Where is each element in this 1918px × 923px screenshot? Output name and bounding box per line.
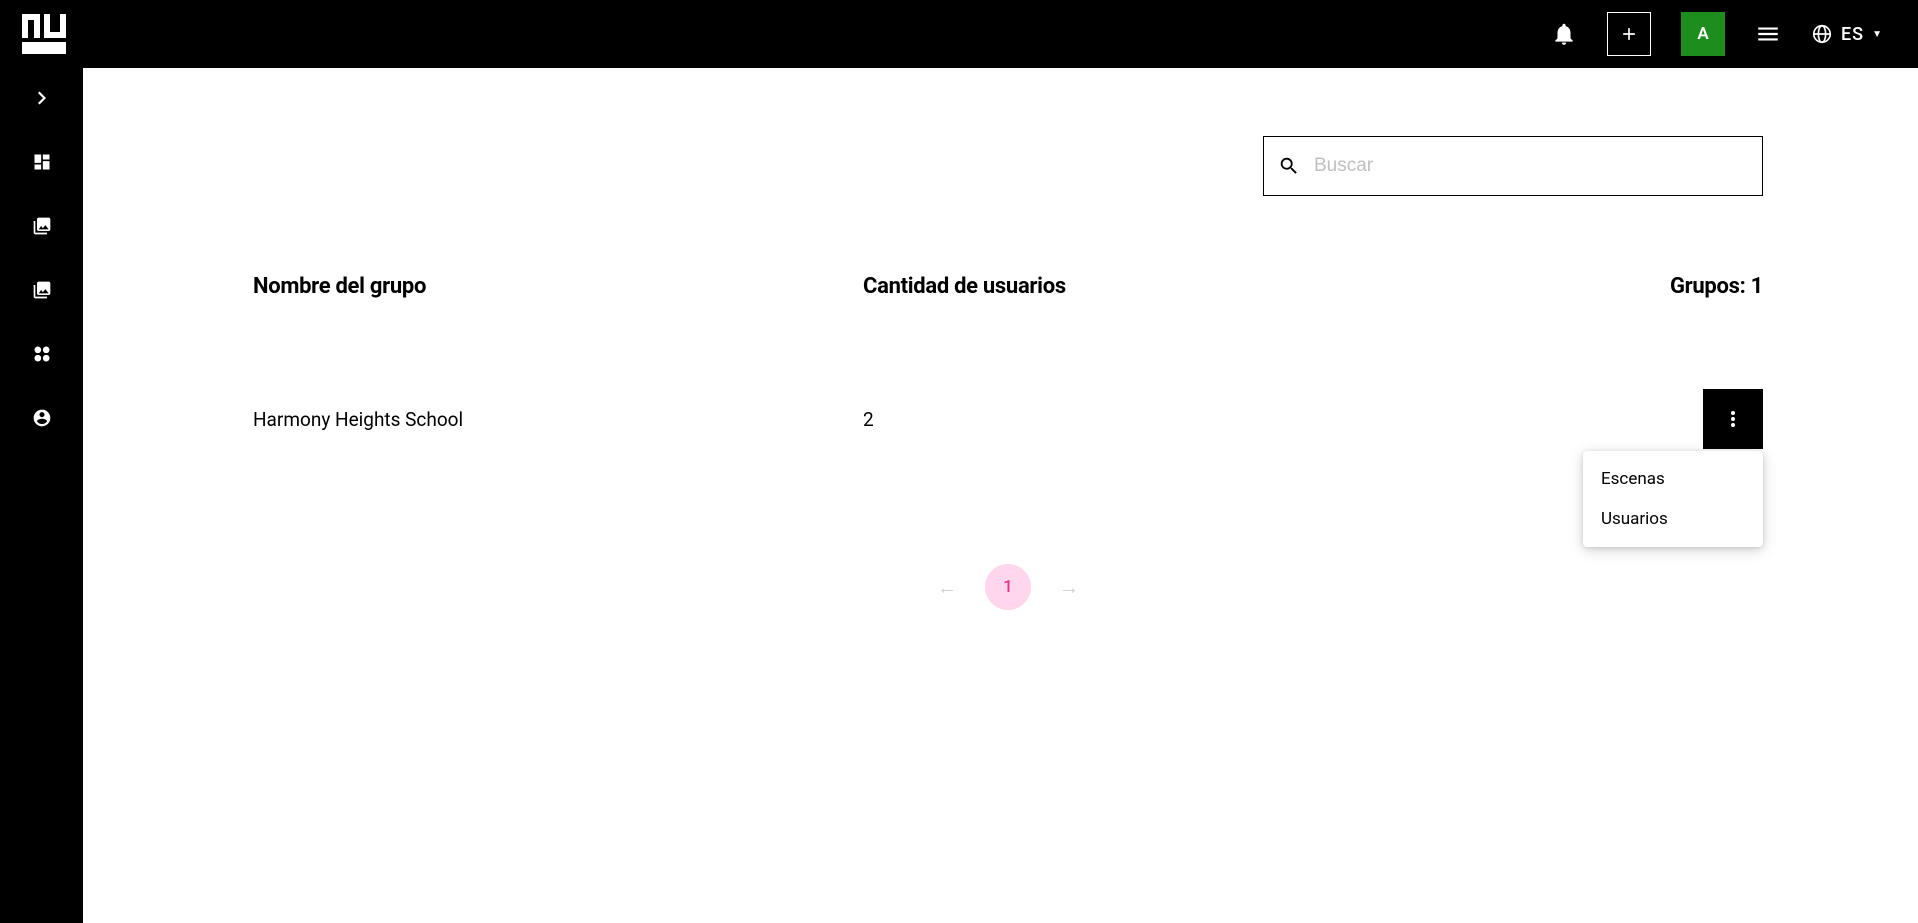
language-selector[interactable]: ES ▼ [1811, 23, 1883, 45]
sidebar-item-account[interactable] [30, 406, 54, 430]
groups-summary: Grupos: 1 [1563, 274, 1763, 299]
table-row: Harmony Heights School 2 Escenas Usuario… [253, 389, 1763, 449]
sidebar-item-apps[interactable] [30, 342, 54, 366]
dropdown-item-scenes[interactable]: Escenas [1583, 459, 1763, 499]
pagination-prev: ← [937, 575, 957, 600]
user-avatar[interactable]: A [1681, 12, 1725, 56]
header-right: A ES ▼ [1551, 12, 1883, 56]
dropdown-caret-icon: ▼ [1872, 29, 1883, 40]
dashboard-icon [32, 152, 52, 172]
notifications-icon[interactable] [1551, 21, 1577, 47]
sidebar [0, 68, 83, 923]
sidebar-item-library[interactable] [30, 278, 54, 302]
row-dropdown-menu: Escenas Usuarios [1583, 451, 1763, 547]
pagination-current-page[interactable]: 1 [985, 564, 1031, 610]
row-actions: Escenas Usuarios [1563, 389, 1763, 449]
search-input[interactable] [1314, 155, 1748, 177]
search-row [253, 136, 1763, 196]
plus-icon [1619, 24, 1639, 44]
row-more-button[interactable] [1703, 389, 1763, 449]
collections-icon [32, 216, 52, 236]
cell-group-name: Harmony Heights School [253, 408, 863, 431]
add-button[interactable] [1607, 12, 1651, 56]
more-vert-icon [1731, 411, 1735, 427]
photo-library-icon [32, 280, 52, 300]
chevron-right-icon [37, 91, 47, 105]
pagination: ← 1 → [253, 564, 1763, 610]
table-header: Nombre del grupo Cantidad de usuarios Gr… [253, 274, 1763, 299]
sidebar-expand[interactable] [30, 86, 54, 110]
main-content: Nombre del grupo Cantidad de usuarios Gr… [83, 68, 1918, 923]
sidebar-item-gallery[interactable] [30, 214, 54, 238]
column-header-name: Nombre del grupo [253, 274, 863, 299]
account-icon [32, 408, 52, 428]
cell-user-count: 2 [863, 408, 1563, 431]
globe-icon [1811, 23, 1833, 45]
dropdown-item-users[interactable]: Usuarios [1583, 499, 1763, 539]
menu-icon[interactable] [1755, 21, 1781, 47]
app-logo[interactable] [22, 14, 70, 54]
avatar-initial: A [1697, 24, 1708, 44]
column-header-count: Cantidad de usuarios [863, 274, 1563, 299]
sidebar-item-dashboard[interactable] [30, 150, 54, 174]
language-code: ES [1841, 24, 1864, 45]
pagination-next: → [1059, 575, 1079, 600]
search-icon [1278, 155, 1300, 177]
search-box[interactable] [1263, 136, 1763, 196]
apps-icon [32, 344, 52, 364]
app-header: A ES ▼ [0, 0, 1918, 68]
